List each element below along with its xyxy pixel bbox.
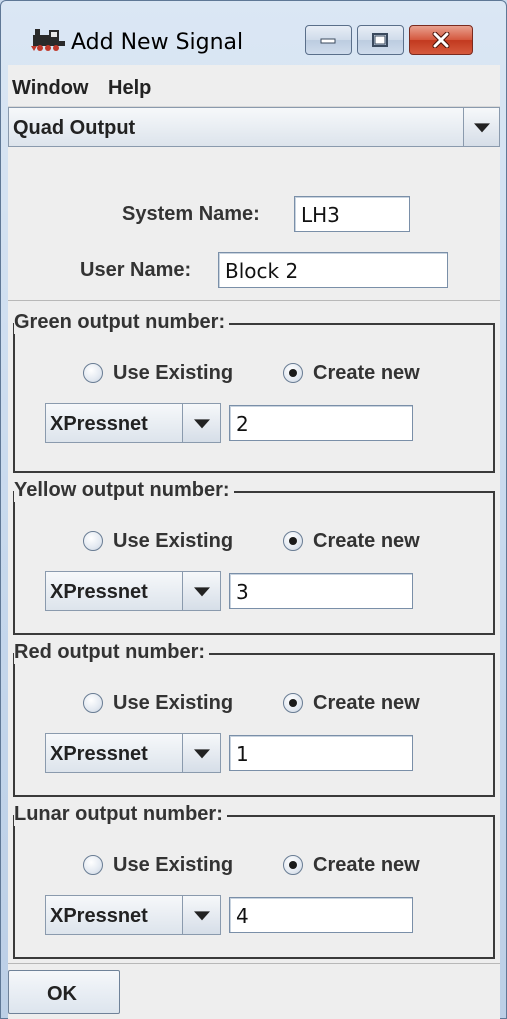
yellow-output-group: Yellow output number: Use Existing Creat… xyxy=(13,479,495,635)
red-output-group: Red output number: Use Existing Create n… xyxy=(13,641,495,797)
radio-unselected-icon xyxy=(83,531,103,551)
system-dropdown-button[interactable] xyxy=(182,896,220,934)
radio-selected-icon xyxy=(283,693,303,713)
use-existing-label: Use Existing xyxy=(113,361,234,384)
close-icon xyxy=(432,32,450,48)
ok-button-label: OK xyxy=(47,983,77,1005)
system-value: XPressnet xyxy=(50,413,148,435)
chevron-down-icon xyxy=(193,911,210,921)
system-dropdown-button[interactable] xyxy=(182,404,220,442)
green-use-existing-radio[interactable]: Use Existing xyxy=(83,361,233,385)
minimize-button[interactable] xyxy=(305,25,352,55)
yellow-create-new-radio[interactable]: Create new xyxy=(283,529,420,553)
create-new-label: Create new xyxy=(313,361,420,384)
signal-type-dropdown[interactable]: Quad Output xyxy=(8,107,500,147)
radio-selected-icon xyxy=(283,855,303,875)
green-system-dropdown[interactable]: XPressnet xyxy=(45,403,221,443)
red-output-number-field[interactable]: 1 xyxy=(229,735,413,771)
red-system-dropdown[interactable]: XPressnet xyxy=(45,733,221,773)
yellow-output-title: Yellow output number: xyxy=(14,479,234,502)
green-output-group: Green output number: Use Existing Create… xyxy=(13,311,495,473)
yellow-system-dropdown[interactable]: XPressnet xyxy=(45,571,221,611)
lunar-create-new-radio[interactable]: Create new xyxy=(283,853,420,877)
use-existing-label: Use Existing xyxy=(113,529,234,552)
maximize-button[interactable] xyxy=(356,25,404,55)
locomotive-icon xyxy=(31,29,65,51)
yellow-use-existing-radio[interactable]: Use Existing xyxy=(83,529,233,553)
chevron-down-icon xyxy=(193,749,210,759)
red-create-new-radio[interactable]: Create new xyxy=(283,691,420,715)
signal-type-dropdown-button[interactable] xyxy=(463,108,499,146)
chevron-down-icon xyxy=(193,419,210,429)
lunar-system-dropdown[interactable]: XPressnet xyxy=(45,895,221,935)
system-value: XPressnet xyxy=(50,581,148,603)
system-dropdown-button[interactable] xyxy=(182,572,220,610)
green-output-number-field[interactable]: 2 xyxy=(229,405,413,441)
radio-unselected-icon xyxy=(83,855,103,875)
menu-help[interactable]: Help xyxy=(108,77,151,100)
radio-unselected-icon xyxy=(83,693,103,713)
title-bar[interactable]: Add New Signal xyxy=(1,1,506,65)
create-new-label: Create new xyxy=(313,853,420,876)
radio-unselected-icon xyxy=(83,363,103,383)
create-new-label: Create new xyxy=(313,529,420,552)
yellow-output-number-field[interactable]: 3 xyxy=(229,573,413,609)
system-value: XPressnet xyxy=(50,905,148,927)
user-name-label: User Name: xyxy=(80,259,192,281)
red-use-existing-radio[interactable]: Use Existing xyxy=(83,691,233,715)
system-value: XPressnet xyxy=(50,743,148,765)
signal-type-value: Quad Output xyxy=(13,117,136,139)
system-name-label: System Name: xyxy=(122,203,260,225)
window-title: Add New Signal xyxy=(71,30,244,55)
create-new-label: Create new xyxy=(313,691,420,714)
window-controls xyxy=(305,25,474,55)
system-dropdown-button[interactable] xyxy=(182,734,220,772)
chevron-down-icon xyxy=(473,123,490,133)
ok-button[interactable]: OK xyxy=(8,970,120,1014)
close-button[interactable] xyxy=(408,25,474,55)
lunar-output-title: Lunar output number: xyxy=(14,803,227,826)
user-name-field[interactable]: Block 2 xyxy=(218,252,448,288)
add-new-signal-window: Add New Signal Window Help Quad Output S… xyxy=(0,0,507,1019)
lunar-use-existing-radio[interactable]: Use Existing xyxy=(83,853,233,877)
red-output-title: Red output number: xyxy=(14,641,210,664)
use-existing-label: Use Existing xyxy=(113,691,234,714)
dialog-content: Window Help Quad Output System Name: LH3… xyxy=(8,65,500,1019)
menu-bar: Window Help xyxy=(8,65,500,107)
menu-window[interactable]: Window xyxy=(12,77,88,100)
use-existing-label: Use Existing xyxy=(113,853,234,876)
radio-selected-icon xyxy=(283,363,303,383)
green-create-new-radio[interactable]: Create new xyxy=(283,361,420,385)
lunar-output-group: Lunar output number: Use Existing Create… xyxy=(13,803,495,959)
radio-selected-icon xyxy=(283,531,303,551)
system-name-field[interactable]: LH3 xyxy=(294,196,410,232)
chevron-down-icon xyxy=(193,587,210,597)
green-output-title: Green output number: xyxy=(14,311,230,334)
outputs-panel: Green output number: Use Existing Create… xyxy=(8,300,500,964)
lunar-output-number-field[interactable]: 4 xyxy=(229,897,413,933)
minimize-icon xyxy=(320,38,336,44)
maximize-icon xyxy=(372,33,389,47)
